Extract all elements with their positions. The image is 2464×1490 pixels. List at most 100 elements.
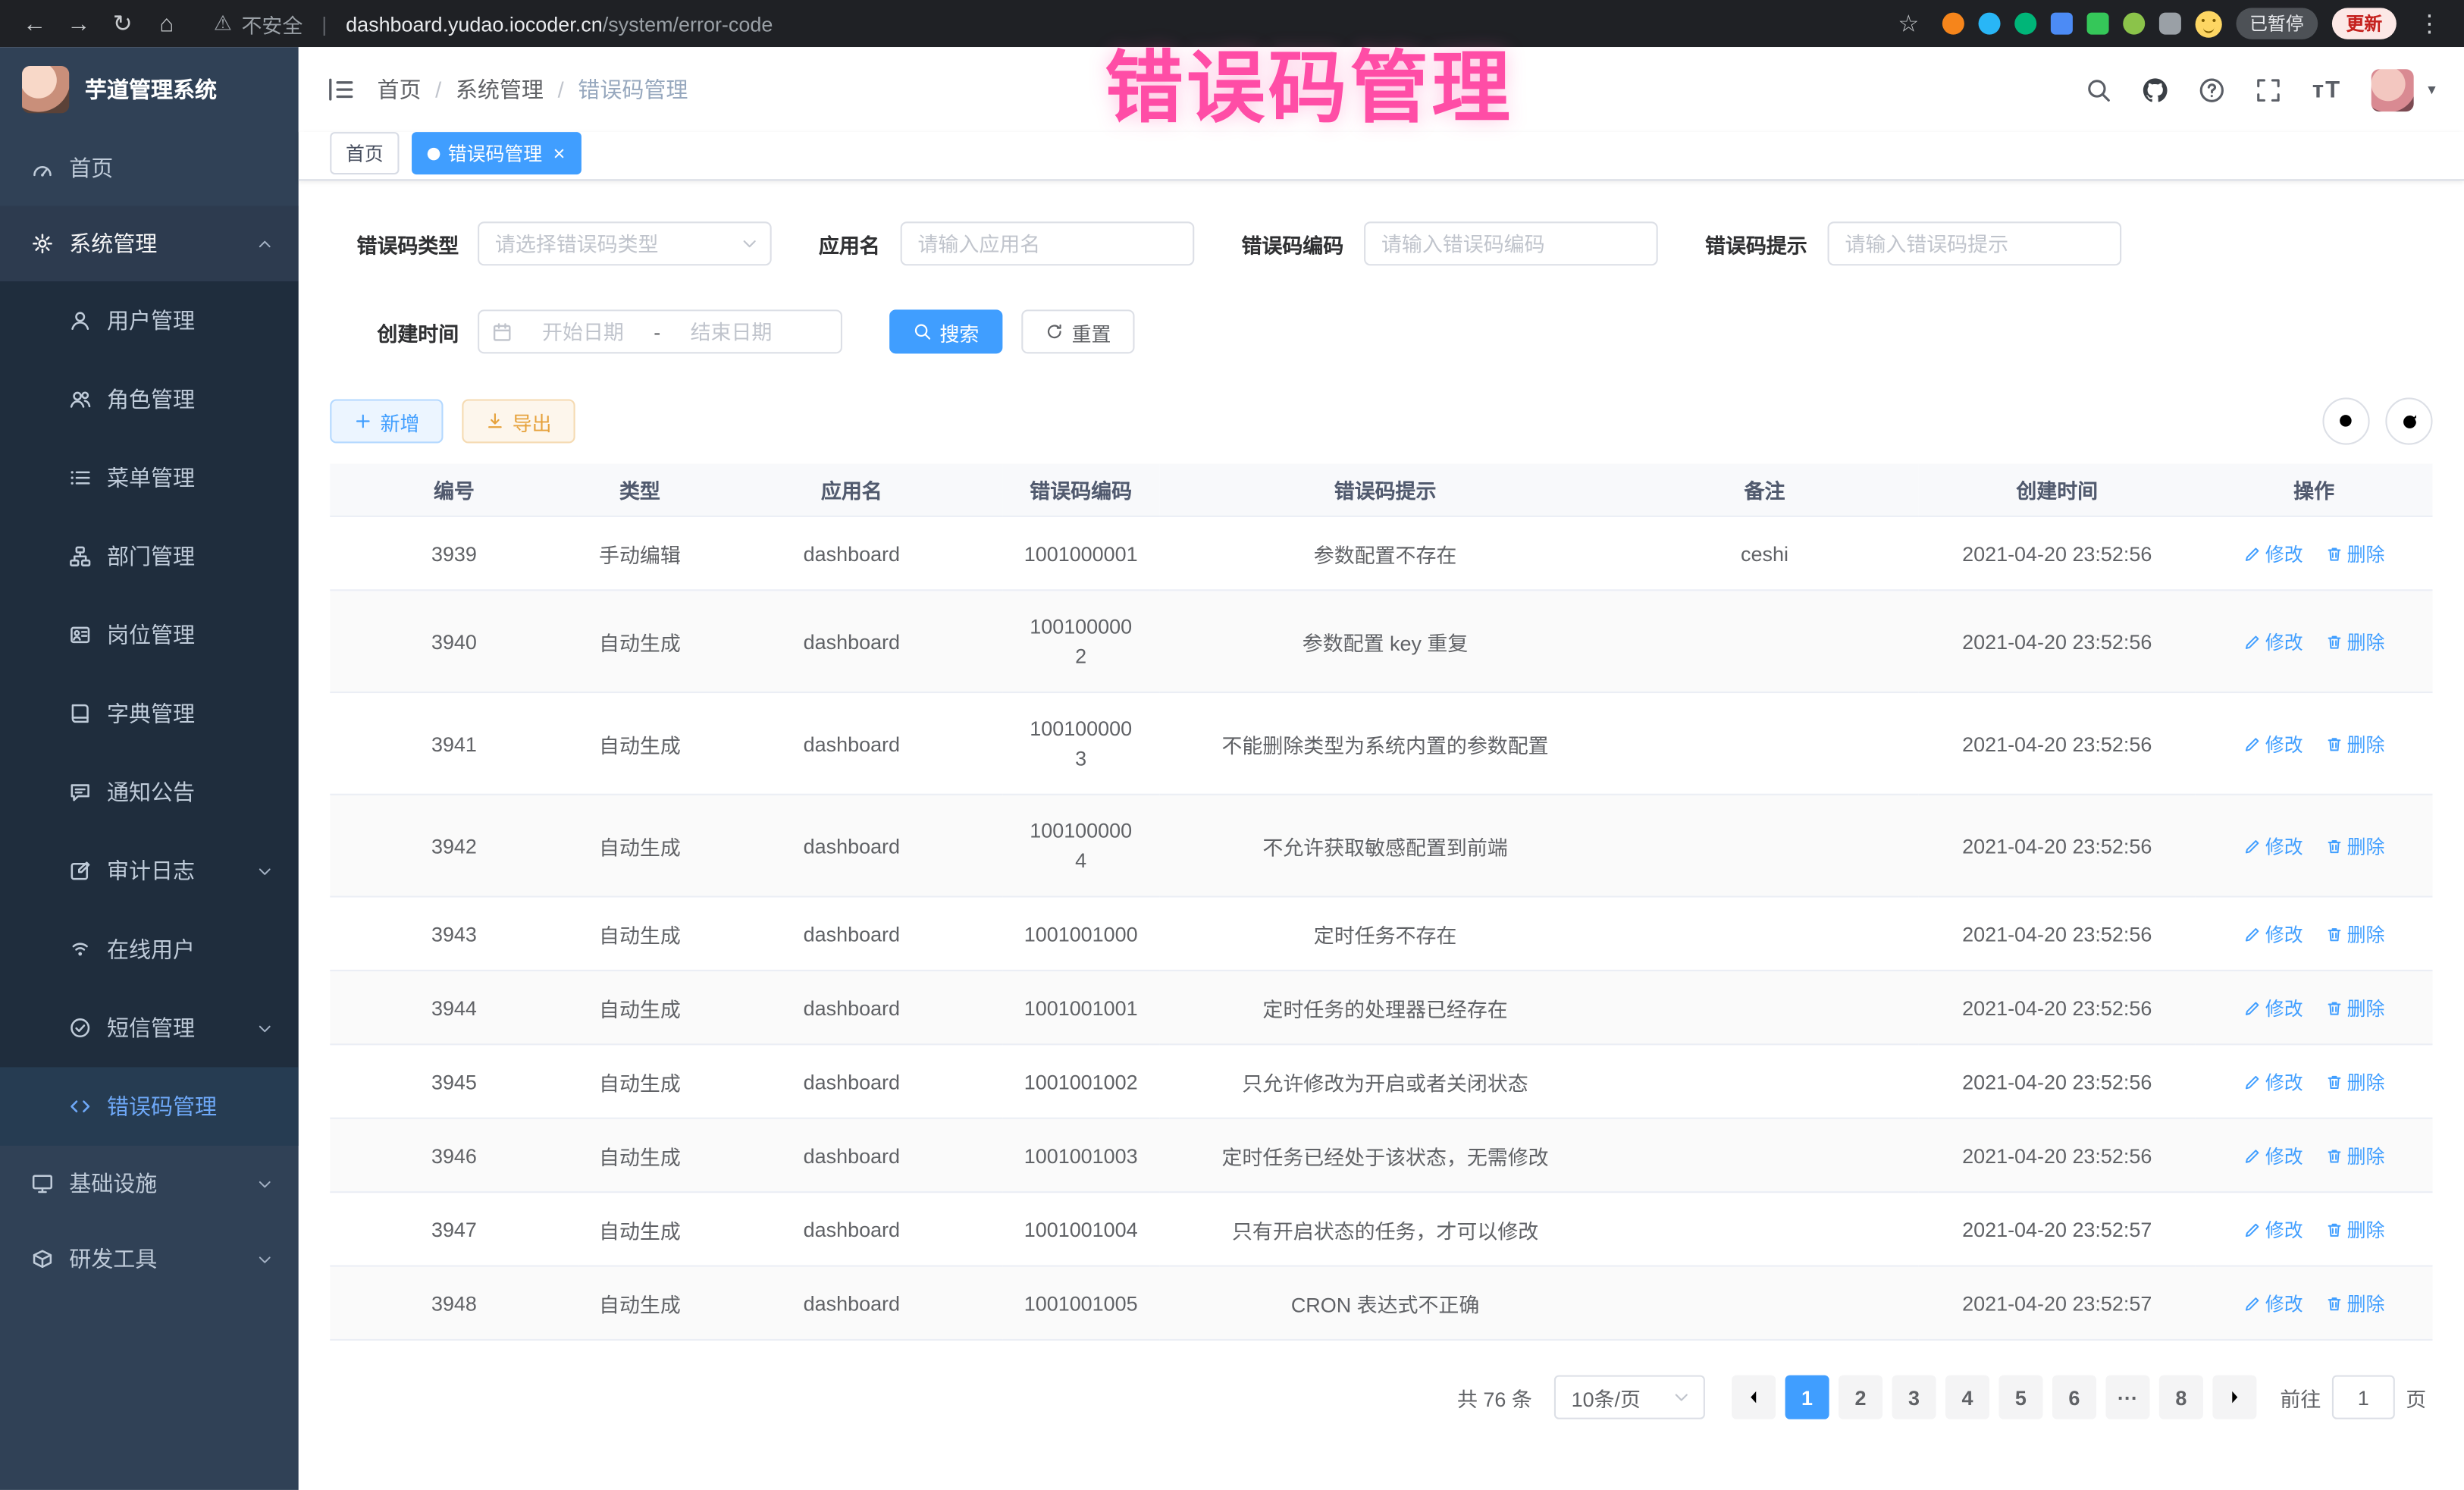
page-button-4[interactable]: 4 [1945,1376,1989,1419]
forward-icon[interactable]: → [60,5,98,42]
page-button-3[interactable]: 3 [1892,1376,1936,1419]
sidebar-item-字典管理[interactable]: 字典管理 [0,674,299,753]
close-icon[interactable]: × [553,142,566,165]
delete-link[interactable]: 删除 [2325,540,2385,566]
avatar-caret-icon[interactable]: ▾ [2428,81,2435,99]
delete-link[interactable]: 删除 [2325,994,2385,1021]
paused-chip[interactable]: 已暂停 [2235,8,2318,39]
sidebar-item-短信管理[interactable]: 短信管理 [0,989,299,1068]
error-code-input[interactable] [1364,221,1658,265]
tab-首页[interactable]: 首页 [330,132,399,174]
prev-page-button[interactable] [1732,1376,1776,1419]
page-button-8[interactable]: 8 [2159,1376,2203,1419]
refresh-table-button[interactable] [2385,397,2432,444]
add-button[interactable]: 新增 [330,399,443,443]
start-date-input[interactable] [519,318,647,345]
page-button-5[interactable]: 5 [1998,1376,2042,1419]
sidebar-item-通知公告[interactable]: 通知公告 [0,753,299,832]
error-type-input[interactable] [478,221,772,265]
app-logo[interactable]: 芋道管理系统 [0,47,299,130]
delete-link[interactable]: 删除 [2325,1068,2385,1094]
edit-link[interactable]: 修改 [2243,921,2303,947]
extension-green-v-icon[interactable] [2014,13,2036,35]
font-size-icon[interactable]: тT [2312,77,2341,103]
sidebar-item-基础设施[interactable]: 基础设施 [0,1146,299,1221]
sidebar-item-部门管理[interactable]: 部门管理 [0,517,299,596]
edit-link[interactable]: 修改 [2243,1068,2303,1094]
user-avatar[interactable] [2372,68,2414,111]
edit-link[interactable]: 修改 [2243,994,2303,1021]
table-row: 3945自动生成dashboard1001001002只允许修改为开启或者关闭状… [330,1044,2432,1118]
page-button-1[interactable]: 1 [1785,1376,1829,1419]
sidebar-item-角色管理[interactable]: 角色管理 [0,360,299,439]
edit-link[interactable]: 修改 [2243,628,2303,654]
back-icon[interactable]: ← [16,5,54,42]
sidebar-item-错误码管理[interactable]: 错误码管理 [0,1067,299,1146]
sidebar-subitem-label: 在线用户 [107,933,195,965]
extension-orange-icon[interactable] [1942,13,1964,35]
sidebar-item-菜单管理[interactable]: 菜单管理 [0,438,299,517]
tab-错误码管理[interactable]: 错误码管理× [412,132,581,174]
search-button[interactable]: 搜索 [889,309,1002,353]
edit-link[interactable]: 修改 [2243,730,2303,757]
extension-drop-icon[interactable] [1977,13,1999,35]
goto-page-input[interactable] [2332,1376,2395,1419]
date-range-picker[interactable]: - [478,309,842,353]
delete-link[interactable]: 删除 [2325,1216,2385,1242]
breadcrumb-item[interactable]: 首页 [377,74,421,105]
export-button[interactable]: 导出 [462,399,575,443]
end-date-input[interactable] [667,318,796,345]
profile-emoji-icon[interactable] [2195,10,2221,36]
app-name-input[interactable] [901,221,1195,265]
reset-button-label: 重置 [1072,317,1111,347]
sidebar-toggle-icon[interactable] [327,75,355,103]
delete-link[interactable]: 删除 [2325,1142,2385,1168]
error-type-select[interactable] [478,221,772,265]
edit-link[interactable]: 修改 [2243,1290,2303,1316]
address-bar[interactable]: dashboard.yudao.iocoder.cn/system/error-… [346,12,773,36]
extension-dict-icon[interactable] [2086,13,2108,35]
pager-more-icon[interactable]: ··· [2105,1376,2149,1419]
sidebar-item-岗位管理[interactable]: 岗位管理 [0,596,299,675]
github-icon[interactable] [2143,77,2169,103]
search-button-label: 搜索 [939,317,979,347]
cell-type: 自动生成 [578,1118,702,1192]
delete-link[interactable]: 删除 [2325,628,2385,654]
sidebar-item-用户管理[interactable]: 用户管理 [0,281,299,360]
edit-link[interactable]: 修改 [2243,832,2303,858]
security-warning[interactable]: ⚠ 不安全 [214,8,303,38]
sidebar-item-在线用户[interactable]: 在线用户 [0,910,299,989]
search-icon[interactable] [2086,77,2112,103]
chrome-menu-icon[interactable]: ⋮ [2411,5,2449,42]
home-icon[interactable]: ⌂ [148,5,186,42]
next-page-button[interactable] [2212,1376,2256,1419]
error-hint-input[interactable] [1828,221,2122,265]
extension-grid-icon[interactable] [2050,13,2072,35]
bookmark-star-icon[interactable]: ☆ [1889,5,1927,42]
sidebar-item-系统管理[interactable]: 系统管理 [0,206,299,281]
reset-button[interactable]: 重置 [1021,309,1134,353]
edit-link[interactable]: 修改 [2243,1142,2303,1168]
help-icon[interactable] [2199,77,2226,103]
fullscreen-icon[interactable] [2256,77,2282,103]
delete-link[interactable]: 删除 [2325,832,2385,858]
page-button-2[interactable]: 2 [1839,1376,1882,1419]
delete-link[interactable]: 删除 [2325,730,2385,757]
breadcrumb-item[interactable]: 系统管理 [456,74,544,105]
edit-link[interactable]: 修改 [2243,540,2303,566]
delete-link[interactable]: 删除 [2325,1290,2385,1316]
sidebar-item-审计日志[interactable]: 审计日志 [0,831,299,910]
page-size-select[interactable]: 10条/页 [1554,1376,1705,1419]
reload-icon[interactable]: ↻ [104,5,142,42]
edit-link[interactable]: 修改 [2243,1216,2303,1242]
page-button-6[interactable]: 6 [2052,1376,2096,1419]
toggle-search-button[interactable] [2322,397,2369,444]
extensions-puzzle-icon[interactable] [2158,13,2180,35]
sidebar-item-首页[interactable]: 首页 [0,130,299,205]
sidebar-item-研发工具[interactable]: 研发工具 [0,1221,299,1296]
users-icon [69,388,91,410]
extension-leaf-icon[interactable] [2122,13,2144,35]
cell-id: 3941 [330,692,578,795]
delete-link[interactable]: 删除 [2325,921,2385,947]
update-chip[interactable]: 更新 [2332,8,2397,39]
